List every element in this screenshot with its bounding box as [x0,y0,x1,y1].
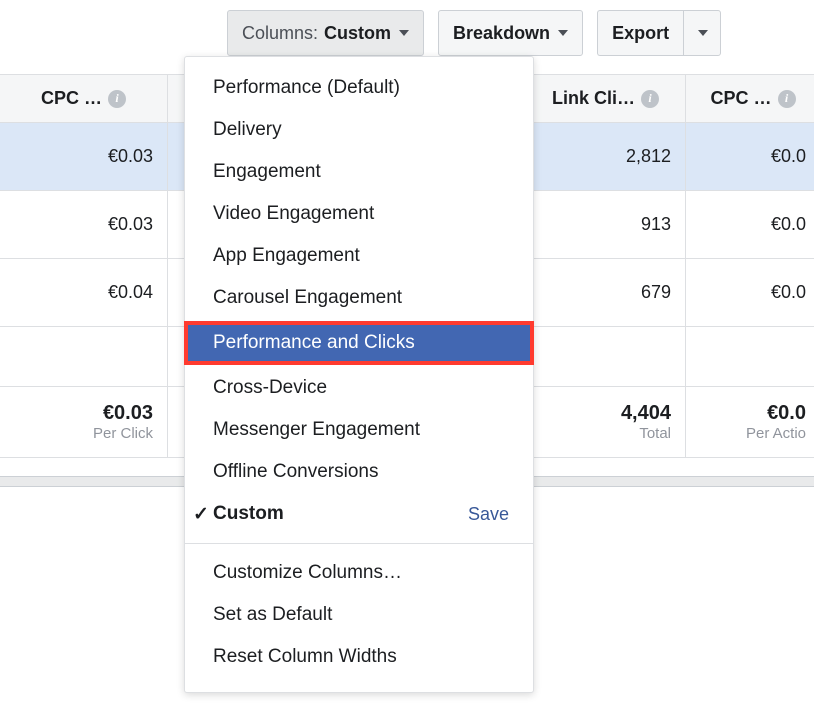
summary-cell: 4,404 Total [526,387,686,457]
cell: 679 [526,259,686,326]
cell: 2,812 [526,123,686,190]
dropdown-action-customize-columns[interactable]: Customize Columns… [185,552,533,594]
cell: €0.0 [686,259,814,326]
caret-down-icon [399,30,409,36]
export-dropdown-button[interactable] [683,10,721,56]
cell: €0.03 [0,123,168,190]
cell [526,327,686,386]
caret-down-icon [698,30,708,36]
columns-prefix: Columns: [242,23,318,44]
dropdown-item-performance-and-clicks[interactable]: Performance and Clicks [185,322,533,364]
export-label: Export [612,23,669,44]
columns-button[interactable]: Columns: Custom [227,10,424,56]
cell: €0.03 [0,191,168,258]
dropdown-item-messenger-engagement[interactable]: Messenger Engagement [185,409,533,451]
cell: €0.04 [0,259,168,326]
cell [686,327,814,386]
save-link[interactable]: Save [468,504,509,525]
dropdown-item-performance-default[interactable]: Performance (Default) [185,67,533,109]
cell [0,327,168,386]
export-button[interactable]: Export [597,10,683,56]
cell: 913 [526,191,686,258]
breakdown-button[interactable]: Breakdown [438,10,583,56]
caret-down-icon [558,30,568,36]
dropdown-action-set-as-default[interactable]: Set as Default [185,594,533,636]
dropdown-action-reset-column-widths[interactable]: Reset Column Widths [185,636,533,678]
summary-cell: €0.03 Per Click [0,387,168,457]
toolbar: Columns: Custom Breakdown Export [0,10,814,56]
info-icon: i [108,90,126,108]
cell: €0.0 [686,123,814,190]
dropdown-separator [185,543,533,544]
dropdown-item-delivery[interactable]: Delivery [185,109,533,151]
dropdown-item-custom[interactable]: Custom Save [185,493,533,535]
columns-dropdown: Performance (Default) Delivery Engagemen… [184,56,534,693]
dropdown-item-offline-conversions[interactable]: Offline Conversions [185,451,533,493]
dropdown-item-cross-device[interactable]: Cross-Device [185,367,533,409]
breakdown-label: Breakdown [453,23,550,44]
export-button-group: Export [597,10,721,56]
column-header-link-clicks[interactable]: Link Cli… i [526,75,686,122]
column-header-cpc[interactable]: CPC … i [686,75,814,122]
summary-cell: €0.0 Per Actio [686,387,814,457]
cell: €0.0 [686,191,814,258]
dropdown-item-engagement[interactable]: Engagement [185,151,533,193]
columns-value: Custom [324,23,391,44]
info-icon: i [778,90,796,108]
dropdown-item-app-engagement[interactable]: App Engagement [185,235,533,277]
column-header-cpc[interactable]: CPC … i [0,75,168,122]
info-icon: i [641,90,659,108]
dropdown-item-carousel-engagement[interactable]: Carousel Engagement [185,277,533,319]
dropdown-item-video-engagement[interactable]: Video Engagement [185,193,533,235]
